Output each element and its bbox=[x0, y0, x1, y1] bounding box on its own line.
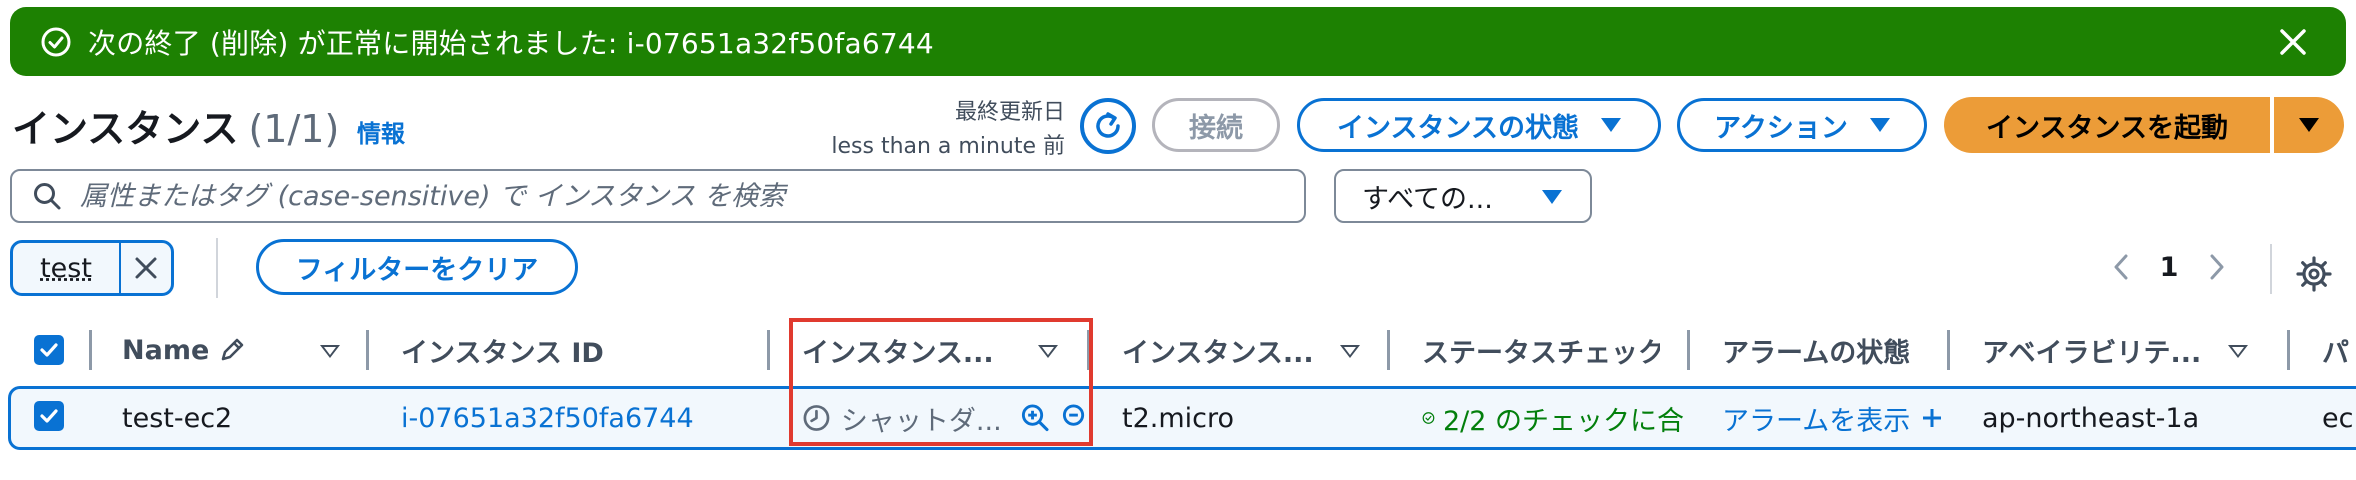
sort-icon bbox=[1340, 345, 1360, 358]
clock-icon bbox=[803, 405, 830, 431]
column-resizer[interactable] bbox=[1087, 330, 1090, 370]
column-header-label: インスタンス... bbox=[802, 337, 994, 369]
search-bar[interactable] bbox=[10, 169, 1306, 223]
column-header-label: インスタンス... bbox=[1122, 337, 1314, 369]
column-header-label: アベイラビリテ... bbox=[1982, 337, 2202, 369]
column-header-instance-state[interactable]: インスタンス... bbox=[802, 320, 1092, 380]
cell-name: test-ec2 bbox=[122, 402, 233, 434]
gear-icon[interactable] bbox=[2296, 256, 2332, 292]
column-resizer[interactable] bbox=[1687, 330, 1690, 370]
sort-icon bbox=[2228, 345, 2248, 358]
plus-icon bbox=[1923, 409, 1942, 427]
column-resizer[interactable] bbox=[89, 330, 92, 370]
actions-label: アクション bbox=[1714, 112, 1848, 144]
refresh-button[interactable] bbox=[1080, 98, 1136, 154]
page-title-text: インスタンス bbox=[12, 107, 239, 151]
column-header-name[interactable]: Name bbox=[122, 320, 342, 380]
page-number[interactable]: 1 bbox=[2138, 252, 2200, 283]
connect-button[interactable]: 接続 bbox=[1152, 98, 1280, 152]
next-page-button[interactable] bbox=[2200, 250, 2234, 284]
column-header-public-dns[interactable]: パ bbox=[2322, 320, 2356, 380]
caret-down-icon bbox=[1869, 118, 1890, 132]
column-header-instance-id[interactable]: インスタンス ID bbox=[401, 320, 751, 380]
column-resizer[interactable] bbox=[1387, 330, 1390, 370]
column-header-availability-zone[interactable]: アベイラビリテ... bbox=[1982, 320, 2252, 380]
clear-filters-button[interactable]: フィルターをクリア bbox=[256, 239, 578, 295]
view-alarms-link[interactable]: アラームを表示 bbox=[1722, 386, 1952, 450]
view-alarms-text: アラームを表示 bbox=[1722, 405, 1911, 437]
sort-icon bbox=[320, 345, 340, 358]
filter-select[interactable]: すべての... bbox=[1334, 169, 1592, 223]
column-header-alarm-status[interactable]: アラームの状態 bbox=[1722, 320, 1952, 380]
launch-dropdown-button[interactable] bbox=[2274, 97, 2344, 153]
search-input[interactable] bbox=[80, 180, 1280, 212]
sort-icon bbox=[1038, 345, 1058, 358]
remove-filter-button[interactable] bbox=[121, 243, 171, 293]
previous-page-button[interactable] bbox=[2104, 250, 2138, 284]
column-header-instance-type[interactable]: インスタンス... bbox=[1122, 320, 1372, 380]
column-resizer[interactable] bbox=[767, 330, 770, 370]
pagination: 1 bbox=[2104, 250, 2234, 284]
launch-instances-split-button: インスタンスを起動 bbox=[1944, 97, 2344, 153]
cell-instance-state: シャットダ... bbox=[802, 386, 1092, 450]
column-header-label: Name bbox=[122, 334, 210, 366]
close-icon bbox=[135, 257, 157, 279]
last-updated-label: 最終更新日 bbox=[954, 100, 1065, 125]
column-resizer[interactable] bbox=[2287, 330, 2290, 370]
column-header-status-check[interactable]: ステータスチェック bbox=[1422, 320, 1660, 380]
divider bbox=[216, 238, 218, 298]
flash-message: 次の終了 (削除) が正常に開始されました: i-07651a32f50fa67… bbox=[88, 26, 934, 60]
actions-button[interactable]: アクション bbox=[1677, 98, 1927, 152]
launch-instances-button[interactable]: インスタンスを起動 bbox=[1944, 97, 2270, 153]
filter-select-value: すべての... bbox=[1362, 183, 1493, 215]
last-updated-value: less than a minute 前 bbox=[831, 134, 1065, 159]
success-flash-banner: 次の終了 (削除) が正常に開始されました: i-07651a32f50fa67… bbox=[10, 7, 2346, 76]
filter-token: test bbox=[10, 240, 174, 296]
page-title: インスタンス (1/1) bbox=[12, 98, 339, 153]
cell-public-dns: ec bbox=[2322, 402, 2354, 434]
search-icon bbox=[34, 183, 61, 210]
last-updated: 最終更新日 less than a minute 前 bbox=[780, 96, 1065, 164]
instance-count: (1/1) bbox=[248, 107, 340, 151]
instance-state-button[interactable]: インスタンスの状態 bbox=[1297, 98, 1661, 152]
checkmark-icon bbox=[40, 343, 58, 357]
caret-down-icon bbox=[1542, 190, 1562, 204]
column-resizer[interactable] bbox=[366, 330, 369, 370]
pencil-icon bbox=[221, 338, 244, 361]
divider bbox=[2270, 244, 2272, 294]
instance-id-link[interactable]: i-07651a32f50fa6744 bbox=[401, 386, 751, 450]
cell-availability-zone: ap-northeast-1a bbox=[1982, 402, 2200, 434]
column-header-label: パ bbox=[2322, 337, 2349, 369]
column-header-label: インスタンス ID bbox=[401, 337, 604, 369]
caret-down-icon bbox=[1600, 118, 1621, 132]
check-circle-icon bbox=[1422, 412, 1435, 424]
zoom-out-icon[interactable] bbox=[1061, 402, 1092, 434]
caret-down-icon bbox=[2299, 118, 2319, 132]
filter-token-label[interactable]: test bbox=[13, 243, 119, 293]
zoom-in-icon[interactable] bbox=[1020, 402, 1051, 434]
info-link[interactable]: 情報 bbox=[357, 114, 405, 149]
column-header-label: アラームの状態 bbox=[1722, 337, 1911, 369]
instance-state-label: インスタンスの状態 bbox=[1337, 112, 1579, 144]
cell-status-check: 2/2 のチェックに合 bbox=[1422, 386, 1684, 450]
column-resizer[interactable] bbox=[1947, 330, 1950, 370]
checkmark-icon bbox=[40, 409, 58, 423]
chevron-left-icon bbox=[2114, 254, 2128, 280]
select-all-checkbox[interactable] bbox=[34, 335, 64, 365]
chevron-right-icon bbox=[2210, 254, 2224, 280]
column-header-label: ステータスチェック bbox=[1422, 337, 1660, 369]
table-header: Name インスタンス ID インスタンス... インスタンス... ステータス… bbox=[0, 320, 2356, 380]
close-icon[interactable] bbox=[2276, 25, 2310, 59]
cell-instance-type: t2.micro bbox=[1122, 402, 1235, 434]
row-checkbox[interactable] bbox=[34, 401, 64, 431]
refresh-icon bbox=[1096, 112, 1120, 138]
check-circle-icon bbox=[41, 27, 71, 56]
status-check-text: 2/2 のチェックに合 bbox=[1442, 405, 1684, 437]
instance-state-text: シャットダ... bbox=[840, 405, 1002, 437]
